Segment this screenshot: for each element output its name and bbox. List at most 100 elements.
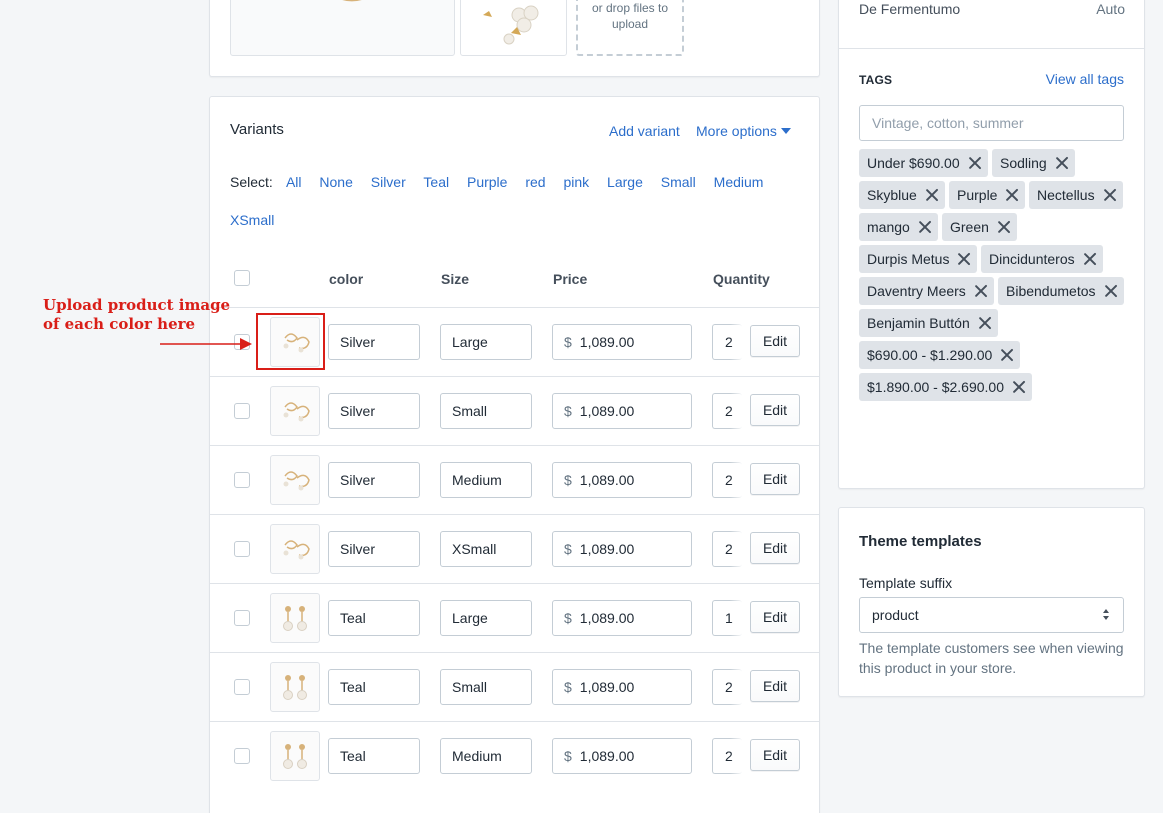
remove-tag-icon[interactable] — [978, 316, 992, 330]
variant-size-field[interactable]: Small — [440, 393, 532, 429]
variant-size-field[interactable]: Medium — [440, 462, 532, 498]
edit-variant-button[interactable]: Edit — [750, 325, 800, 357]
select-small[interactable]: Small — [661, 174, 696, 190]
remove-tag-icon[interactable] — [1103, 188, 1117, 202]
variant-price-field[interactable]: $1,089.00 — [552, 600, 692, 636]
variant-size-field[interactable]: XSmall — [440, 531, 532, 567]
product-image-thumb[interactable] — [460, 0, 567, 56]
variants-card: Variants Add variant More options Select… — [209, 96, 820, 813]
row-checkbox[interactable] — [234, 541, 250, 557]
caret-down-icon — [780, 128, 791, 134]
select-all[interactable]: All — [286, 174, 302, 190]
annotation-highlight-box — [256, 313, 325, 370]
select-red[interactable]: red — [525, 174, 545, 190]
column-header-price: Price — [553, 271, 588, 287]
product-image-main[interactable] — [230, 0, 455, 56]
remove-tag-icon[interactable] — [997, 220, 1011, 234]
select-purple[interactable]: Purple — [467, 174, 507, 190]
remove-tag-icon[interactable] — [1104, 284, 1118, 298]
select-all-checkbox[interactable] — [234, 270, 250, 286]
row-checkbox[interactable] — [234, 403, 250, 419]
variant-price-field[interactable]: $1,089.00 — [552, 669, 692, 705]
select-none[interactable]: None — [319, 174, 352, 190]
annotation-arrow-icon — [160, 338, 252, 350]
row-checkbox[interactable] — [234, 610, 250, 626]
template-suffix-select[interactable]: product — [859, 597, 1124, 633]
remove-tag-icon[interactable] — [925, 188, 939, 202]
select-silver[interactable]: Silver — [371, 174, 406, 190]
variant-size-field[interactable]: Large — [440, 600, 532, 636]
variant-color-field[interactable]: Silver — [328, 324, 420, 360]
annotation-line-2: of each color here — [43, 315, 196, 333]
variant-color-field[interactable]: Silver — [328, 531, 420, 567]
row-checkbox[interactable] — [234, 679, 250, 695]
add-variant-link[interactable]: Add variant — [609, 123, 680, 139]
tag-label: Durpis Metus — [867, 251, 950, 267]
column-header-color: color — [329, 271, 364, 287]
edit-variant-button[interactable]: Edit — [750, 601, 800, 633]
variant-color-field[interactable]: Teal — [328, 738, 420, 774]
more-options-label: More options — [696, 123, 777, 139]
image-dropzone[interactable]: or drop files to upload — [576, 0, 684, 56]
variant-price-field[interactable]: $1,089.00 — [552, 462, 692, 498]
variant-image[interactable] — [270, 662, 320, 712]
variant-image[interactable] — [270, 593, 320, 643]
currency-symbol: $ — [564, 472, 572, 488]
remove-tag-icon[interactable] — [918, 220, 932, 234]
variant-size-field[interactable]: Large — [440, 324, 532, 360]
tag-label: Nectellus — [1037, 187, 1095, 203]
variant-price-field[interactable]: $1,089.00 — [552, 531, 692, 567]
variant-color-field[interactable]: Silver — [328, 393, 420, 429]
variant-color-field[interactable]: Teal — [328, 600, 420, 636]
select-medium[interactable]: Medium — [714, 174, 764, 190]
currency-symbol: $ — [564, 334, 572, 350]
remove-tag-icon[interactable] — [1055, 156, 1069, 170]
tag-chip: Purple — [949, 181, 1026, 209]
variant-color-field[interactable]: Teal — [328, 669, 420, 705]
select-pink[interactable]: pink — [563, 174, 589, 190]
edit-variant-button[interactable]: Edit — [750, 670, 800, 702]
variant-image[interactable] — [270, 455, 320, 505]
tags-input[interactable]: Vintage, cotton, summer — [859, 105, 1124, 141]
select-xsmall[interactable]: XSmall — [230, 212, 274, 228]
variant-size-field[interactable]: Small — [440, 669, 532, 705]
vendor-row: De Fermentumo Auto — [859, 1, 1125, 17]
tag-label: $690.00 - $1.290.00 — [867, 347, 993, 363]
tag-label: $1.890.00 - $2.690.00 — [867, 379, 1005, 395]
variant-image[interactable] — [270, 386, 320, 436]
variant-color-field[interactable]: Silver — [328, 462, 420, 498]
remove-tag-icon[interactable] — [974, 284, 988, 298]
variant-select-filters: Select: All None Silver Teal Purple red … — [230, 163, 790, 239]
tag-label: Purple — [957, 187, 998, 203]
teal-earring-image — [271, 606, 319, 642]
remove-tag-icon[interactable] — [1083, 252, 1097, 266]
variant-image[interactable] — [270, 524, 320, 574]
silver-earring-image — [271, 471, 319, 504]
tag-label: Under $690.00 — [867, 155, 960, 171]
divider — [839, 48, 1144, 49]
edit-variant-button[interactable]: Edit — [750, 394, 800, 426]
row-checkbox[interactable] — [234, 472, 250, 488]
select-teal[interactable]: Teal — [423, 174, 449, 190]
edit-variant-button[interactable]: Edit — [750, 463, 800, 495]
remove-tag-icon[interactable] — [1000, 348, 1014, 362]
row-checkbox[interactable] — [234, 748, 250, 764]
select-large[interactable]: Large — [607, 174, 643, 190]
remove-tag-icon[interactable] — [968, 156, 982, 170]
remove-tag-icon[interactable] — [957, 252, 971, 266]
tag-label: Skyblue — [867, 187, 917, 203]
edit-variant-button[interactable]: Edit — [750, 532, 800, 564]
tag-chip: Benjamin Buttón — [859, 309, 998, 337]
variant-image[interactable] — [270, 731, 320, 781]
view-all-tags-link[interactable]: View all tags — [1046, 71, 1124, 87]
variant-price-field[interactable]: $1,089.00 — [552, 393, 692, 429]
remove-tag-icon[interactable] — [1012, 380, 1026, 394]
variant-price-field[interactable]: $1,089.00 — [552, 324, 692, 360]
more-options-dropdown[interactable]: More options — [696, 123, 791, 139]
variant-price-field[interactable]: $1,089.00 — [552, 738, 692, 774]
tag-chip: Durpis Metus — [859, 245, 978, 273]
variant-size-field[interactable]: Medium — [440, 738, 532, 774]
remove-tag-icon[interactable] — [1005, 188, 1019, 202]
edit-variant-button[interactable]: Edit — [750, 739, 800, 771]
teal-earring-image — [271, 744, 319, 780]
